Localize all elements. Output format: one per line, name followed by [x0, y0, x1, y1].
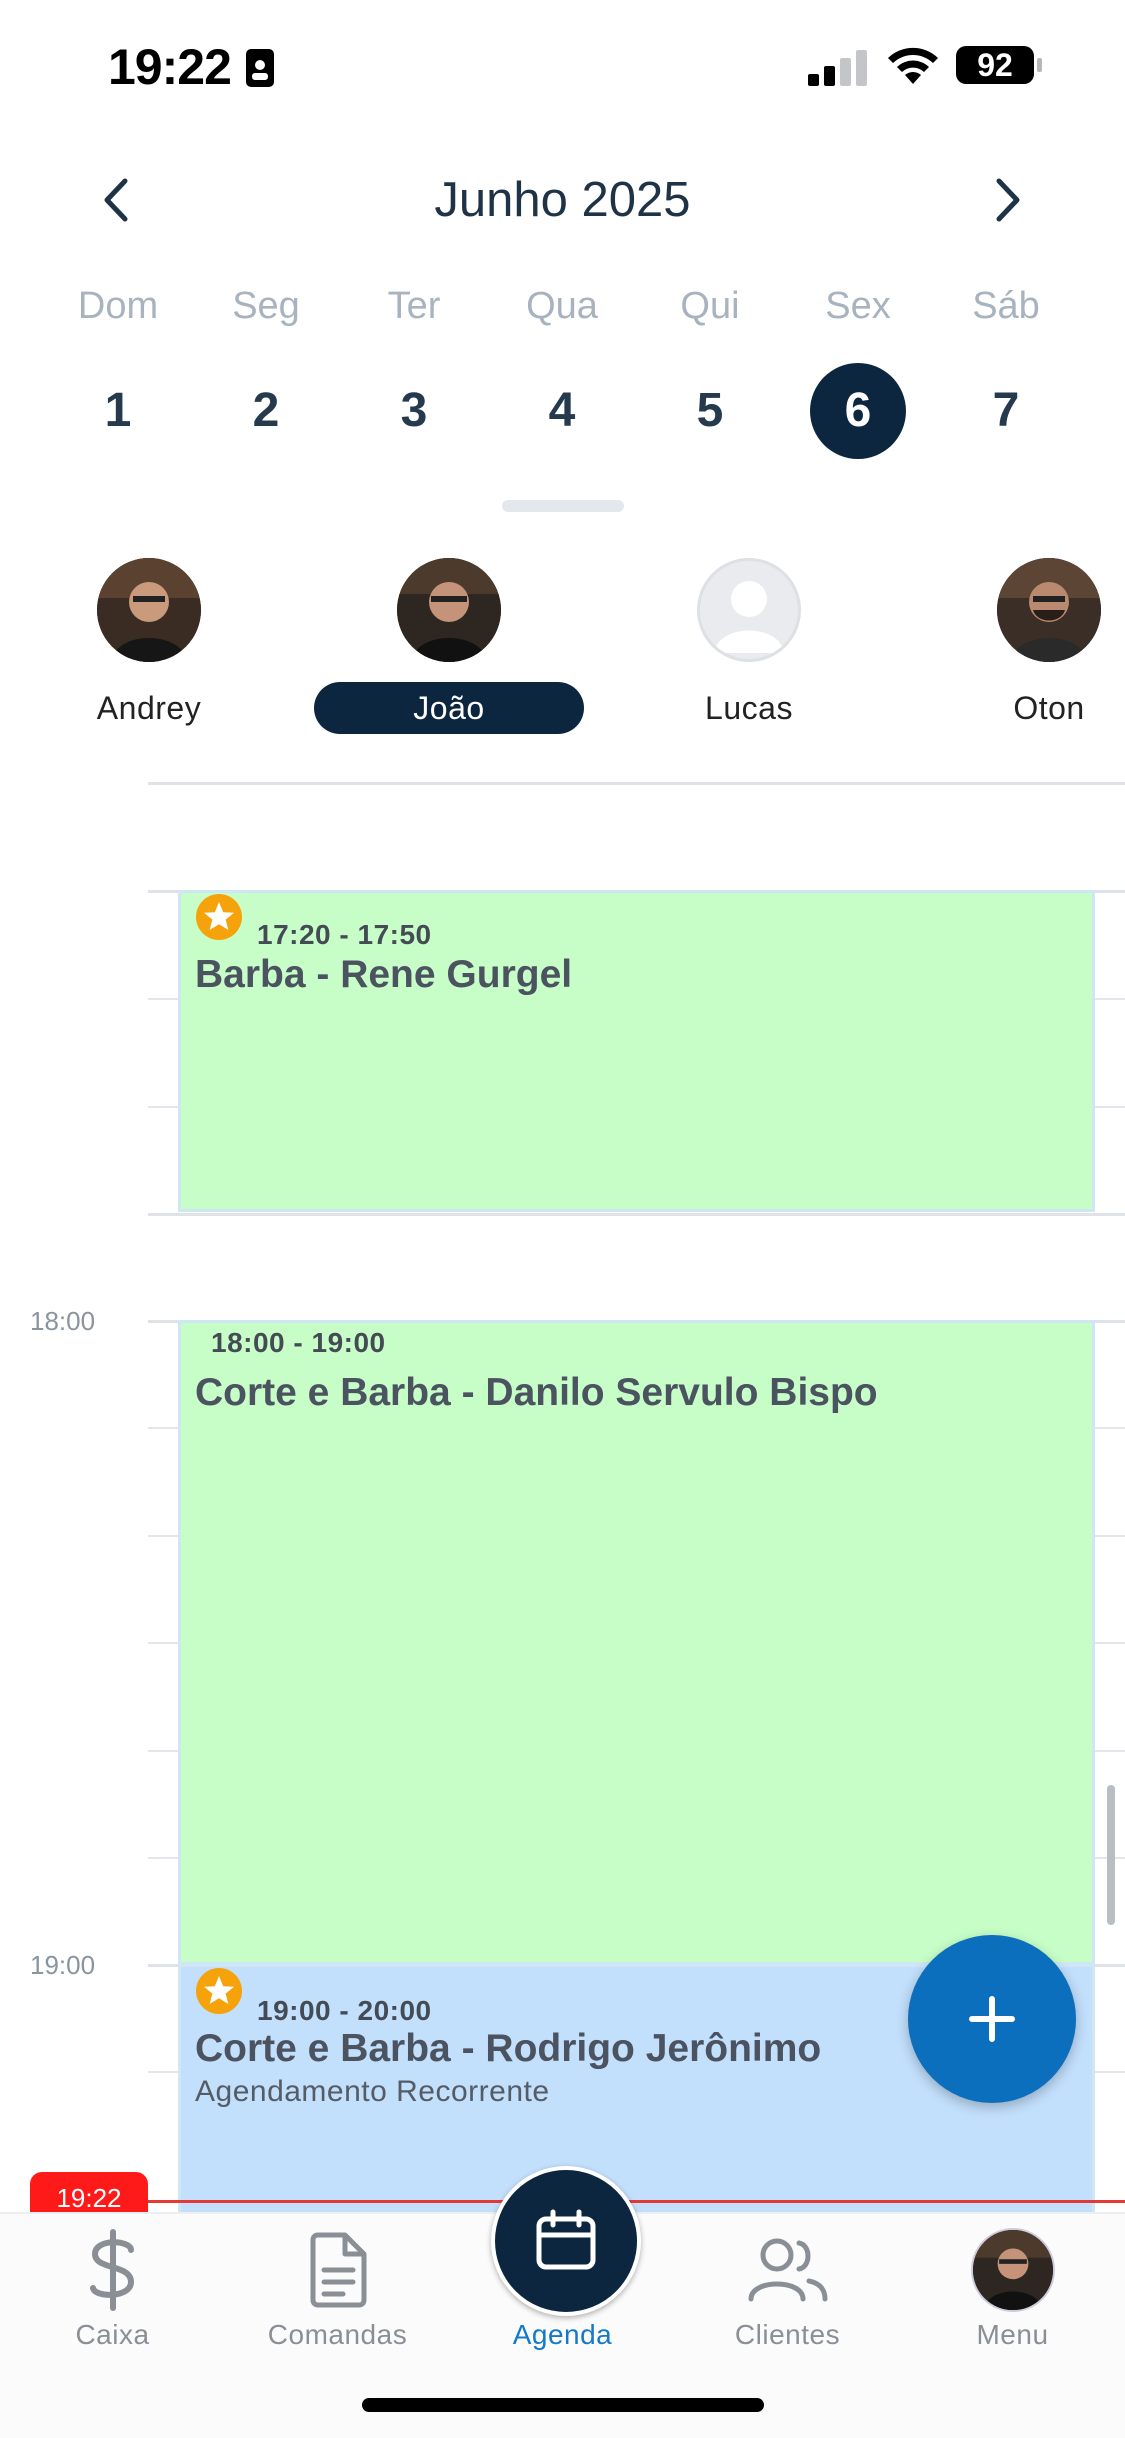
next-month-button[interactable]	[978, 170, 1038, 230]
staff-joao[interactable]: João	[314, 558, 584, 734]
tab-clientes[interactable]: Clientes	[675, 2225, 900, 2351]
appointment-subtitle: Agendamento Recorrente	[195, 2075, 550, 2108]
appointment-title: Barba - Rene Gurgel	[195, 953, 573, 996]
hour-label: 18:00	[30, 1306, 96, 1336]
users-icon	[748, 2238, 827, 2302]
avatar	[97, 558, 201, 662]
tab-menu[interactable]: Menu	[900, 2225, 1125, 2351]
timeline-hour-line	[148, 1213, 1125, 1216]
weekday-label: Seg	[232, 285, 300, 327]
timeline-tick	[148, 1750, 178, 1752]
star-icon	[196, 894, 242, 940]
battery-indicator: 92	[955, 45, 1043, 85]
avatar	[970, 2228, 1055, 2312]
add-appointment-button[interactable]	[908, 1935, 1076, 2103]
timeline-tick	[148, 998, 178, 1000]
timeline-tick	[1095, 1750, 1125, 1752]
appointment-time: 18:00 - 19:00	[211, 1327, 386, 1358]
weekday-label: Sex	[825, 285, 891, 327]
appointment-card[interactable]: 17:20 - 17:50 Barba - Rene Gurgel	[178, 890, 1095, 1212]
timeline-tick	[148, 1857, 178, 1859]
status-time: 19:22	[108, 39, 232, 95]
tab-label: Caixa	[75, 2319, 150, 2350]
avatar	[997, 558, 1101, 662]
staff-name-selected: João	[314, 682, 584, 734]
appointment-title: Corte e Barba - Rodrigo Jerônimo	[195, 2027, 822, 2070]
weekday-label: Sáb	[972, 285, 1040, 327]
tab-label: Comandas	[267, 2319, 408, 2350]
tab-comandas[interactable]: Comandas	[225, 2225, 450, 2351]
month-title: Junho 2025	[434, 173, 691, 227]
staff-oton[interactable]: Oton	[944, 558, 1125, 734]
home-indicator	[362, 2398, 764, 2412]
staff-andrey[interactable]: Andrey	[44, 558, 254, 734]
calendar-drag-handle[interactable]	[502, 500, 624, 512]
timeline-tick	[1095, 1642, 1125, 1644]
current-time-label: 19:22	[30, 2172, 148, 2213]
tab-caixa[interactable]: Caixa	[0, 2225, 225, 2351]
timeline-tick	[1095, 1106, 1125, 1108]
day-button[interactable]: 5	[662, 363, 758, 459]
timeline-tick	[148, 1106, 178, 1108]
battery-level: 92	[977, 47, 1013, 83]
timeline-hour-line	[148, 782, 1125, 785]
day-button[interactable]: 3	[366, 363, 462, 459]
weekday-label: Qua	[526, 285, 598, 327]
avatar	[397, 558, 501, 662]
wifi-icon	[888, 47, 938, 84]
day-button[interactable]: 7	[958, 363, 1054, 459]
appointment-time: 17:20 - 17:50	[257, 919, 432, 950]
staff-name: Lucas	[705, 690, 793, 726]
staff-name: Andrey	[96, 690, 202, 726]
user-placeholder-icon	[714, 581, 784, 653]
star-icon	[196, 1968, 242, 2014]
appointment-card[interactable]: 18:00 - 19:00 Corte e Barba - Danilo Ser…	[178, 1320, 1095, 1965]
avatar-placeholder	[697, 558, 801, 662]
staff-lucas[interactable]: Lucas	[644, 558, 854, 734]
timeline-tick	[1095, 998, 1125, 1000]
tab-label: Menu	[976, 2319, 1049, 2350]
document-icon	[310, 2232, 366, 2308]
tab-label: Clientes	[734, 2319, 841, 2350]
timeline-tick	[148, 1535, 178, 1537]
timeline-tick	[148, 1642, 178, 1644]
plus-icon	[969, 1996, 1015, 2042]
tab-label: Agenda	[512, 2319, 613, 2350]
day-button[interactable]: 1	[70, 363, 166, 459]
staff-name: Oton	[1013, 690, 1085, 726]
hour-label: 19:00	[30, 1950, 96, 1980]
weekday-label: Ter	[387, 285, 441, 327]
weekday-label: Dom	[77, 285, 159, 327]
cellular-signal-icon	[808, 50, 867, 86]
day-button[interactable]: 2	[218, 363, 314, 459]
timeline-tick	[148, 1427, 178, 1429]
timeline-tick	[148, 2071, 178, 2073]
timeline-tick	[1095, 1535, 1125, 1537]
dollar-icon	[89, 2229, 134, 2311]
chevron-right-icon	[996, 178, 1020, 222]
tab-agenda[interactable]: Agenda	[450, 2225, 675, 2351]
timeline-tick	[1095, 2071, 1125, 2073]
scrollbar[interactable]	[1107, 1785, 1115, 1925]
timeline-tick	[1095, 1427, 1125, 1429]
day-button[interactable]: 4	[514, 363, 610, 459]
appointment-time: 19:00 - 20:00	[257, 1995, 432, 2026]
day-button-selected[interactable]: 6	[810, 363, 906, 459]
contact-card-icon	[246, 49, 274, 87]
weekday-label: Qui	[680, 285, 740, 327]
appointment-title: Corte e Barba - Danilo Servulo Bispo	[195, 1371, 878, 1414]
